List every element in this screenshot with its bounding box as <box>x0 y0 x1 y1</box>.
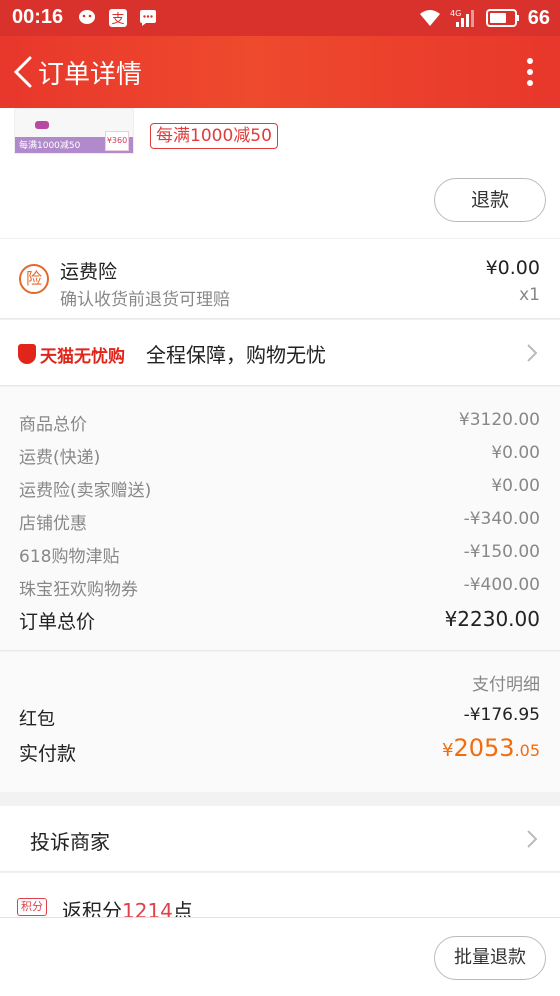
more-vertical-icon[interactable] <box>526 56 534 88</box>
page-title: 订单详情 <box>38 60 143 90</box>
guarantee-text: 全程保障，购物无忧 <box>146 343 326 367</box>
breakdown-value: ¥3120.00 <box>458 410 540 430</box>
payment-detail-link[interactable]: 支付明细 <box>472 670 540 695</box>
actual-paid-label: 实付款 <box>19 743 77 765</box>
complain-merchant-label: 投诉商家 <box>30 830 110 854</box>
wifi-icon <box>419 10 440 26</box>
payment-details: 支付明细 红包 -¥176.95 实付款 ¥2053.05 <box>0 652 560 792</box>
chevron-left-icon[interactable] <box>8 54 40 90</box>
breakdown-value: -¥150.00 <box>463 542 540 562</box>
batch-refund-button[interactable]: 批量退款 <box>434 936 546 980</box>
actual-paid-integer: 2053 <box>453 734 515 762</box>
tmall-guarantee-row[interactable]: 天猫无忧购 全程保障，购物无忧 <box>0 320 560 386</box>
breakdown-row: 运费(快递) ¥0.00 <box>0 437 560 470</box>
price-breakdown: 商品总价 ¥3120.00 运费(快递) ¥0.00 运费险(卖家赠送) ¥0.… <box>0 387 560 651</box>
thumbnail-price-tag: ¥360 <box>105 131 129 151</box>
status-time: 00:16 <box>12 6 64 28</box>
actual-paid-currency: ¥ <box>442 740 454 761</box>
insurance-price: ¥0.00 <box>485 257 540 279</box>
breakdown-label: 商品总价 <box>19 415 87 435</box>
alipay-icon: 支 <box>109 9 127 27</box>
breakdown-row: 店铺优惠 -¥340.00 <box>0 503 560 536</box>
points-badge: 积分 <box>17 898 47 916</box>
breakdown-label: 店铺优惠 <box>19 514 87 534</box>
points-row: 积分 返积分1214点 <box>0 873 560 923</box>
chevron-right-icon <box>527 830 538 848</box>
insurance-name: 运费险 <box>60 261 118 283</box>
order-total-value: ¥2230.00 <box>444 607 540 631</box>
breakdown-label: 618购物津贴 <box>19 547 120 567</box>
complain-merchant-row[interactable]: 投诉商家 <box>0 806 560 872</box>
actual-paid-amount: ¥2053.05 <box>442 734 540 762</box>
network-type: 4G <box>450 9 461 18</box>
breakdown-row: 珠宝狂欢购物券 -¥400.00 <box>0 569 560 602</box>
breakdown-value: -¥340.00 <box>463 509 540 529</box>
promo-badge: 每满1000减50 <box>150 123 278 149</box>
tmall-logo: 天猫无忧购 <box>18 342 125 367</box>
product-thumbnail[interactable]: 每满1000减50 ¥360 <box>14 108 134 154</box>
app-header: 订单详情 <box>0 36 560 108</box>
insurance-icon: 险 <box>19 264 49 294</box>
tmall-brand-text: 天猫无忧购 <box>40 346 125 367</box>
refund-button[interactable]: 退款 <box>434 178 546 222</box>
battery-icon <box>485 9 519 27</box>
breakdown-row: 商品总价 ¥3120.00 <box>0 404 560 437</box>
insurance-description: 确认收货前退货可理赔 <box>60 290 230 310</box>
freight-insurance-row: 险 运费险 确认收货前退货可理赔 ¥0.00 x1 <box>0 239 560 319</box>
breakdown-value: ¥0.00 <box>491 476 540 496</box>
tmall-shield-icon <box>18 344 36 364</box>
thumbnail-promo-text: 每满1000减50 <box>19 141 81 151</box>
insurance-quantity: x1 <box>519 285 540 305</box>
signal-icon: 4G <box>450 9 474 27</box>
breakdown-row: 618购物津贴 -¥150.00 <box>0 536 560 569</box>
status-bar: 00:16 支 4G 66 <box>0 0 560 36</box>
chevron-right-icon <box>527 344 538 362</box>
product-item: 每满1000减50 ¥360 每满1000减50 退款 <box>0 108 560 238</box>
message-icon <box>140 10 156 26</box>
bow-graphic <box>35 121 49 129</box>
wechat-icon <box>79 10 95 24</box>
breakdown-label: 运费(快递) <box>19 448 101 468</box>
bottom-action-bar: 批量退款 <box>0 917 560 996</box>
svg-text:支: 支 <box>111 12 124 27</box>
breakdown-row: 运费险(卖家赠送) ¥0.00 <box>0 470 560 503</box>
battery-level: 66 <box>527 6 550 29</box>
breakdown-label: 运费险(卖家赠送) <box>19 481 152 501</box>
red-packet-value: -¥176.95 <box>463 705 540 725</box>
breakdown-value: ¥0.00 <box>491 443 540 463</box>
breakdown-label: 珠宝狂欢购物券 <box>19 580 138 600</box>
actual-paid-decimal: .05 <box>514 741 540 760</box>
order-total-label: 订单总价 <box>19 611 96 633</box>
breakdown-value: -¥400.00 <box>463 575 540 595</box>
red-packet-label: 红包 <box>19 709 55 730</box>
order-total-row: 订单总价 ¥2230.00 <box>0 603 560 636</box>
